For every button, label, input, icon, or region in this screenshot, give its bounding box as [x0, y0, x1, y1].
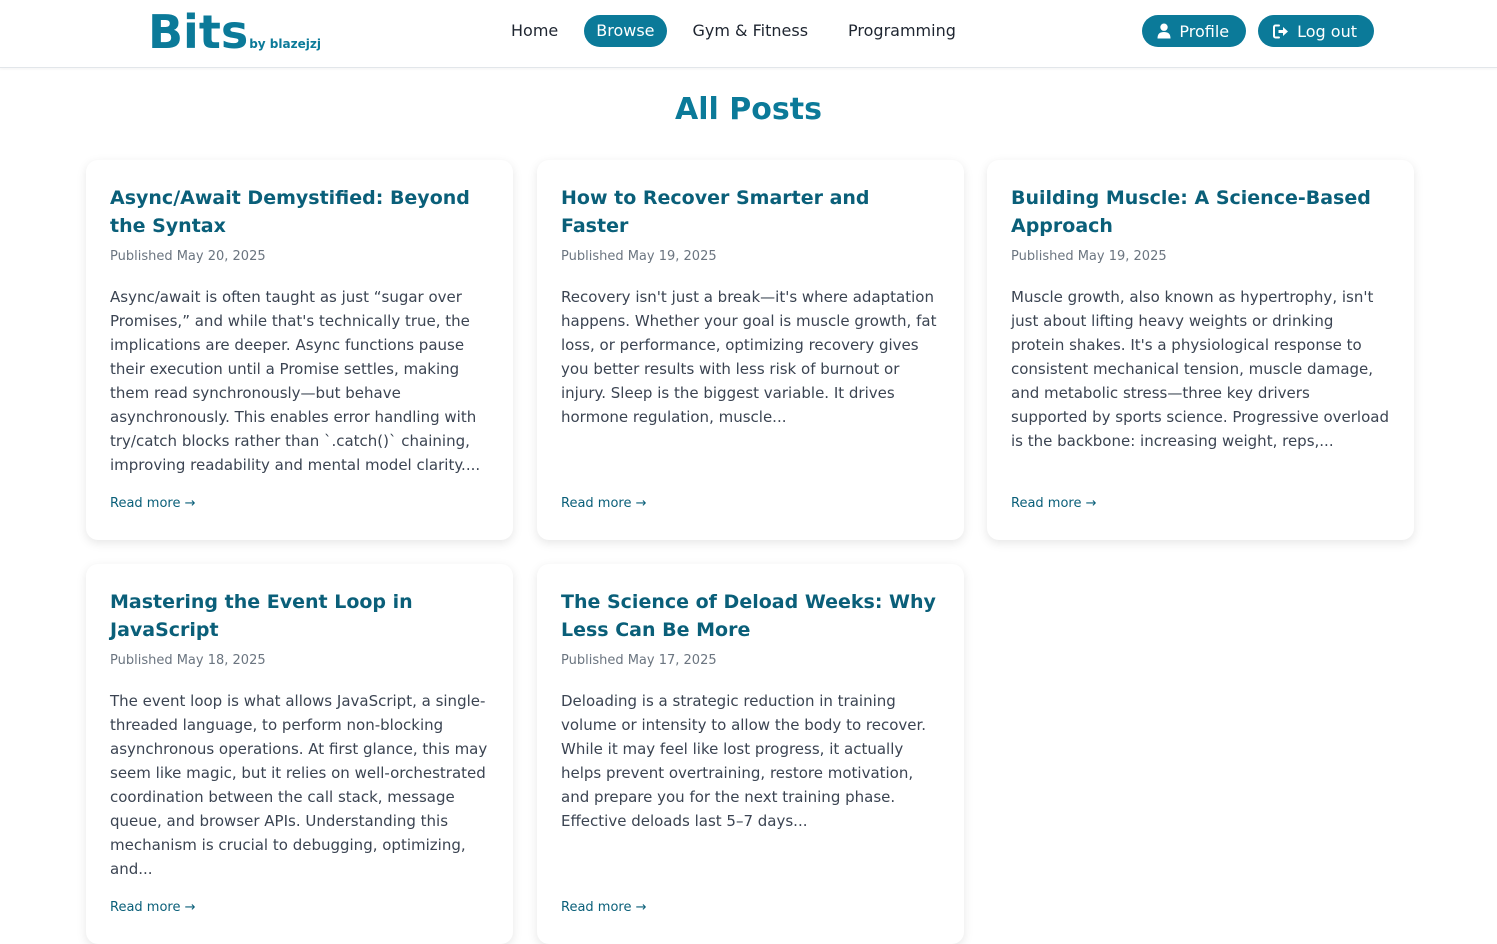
profile-button[interactable]: Profile — [1142, 15, 1247, 47]
read-more-link[interactable]: Read more → — [561, 496, 647, 511]
post-excerpt: Recovery isn't just a break—it's where a… — [561, 288, 937, 426]
read-more-link[interactable]: Read more → — [561, 900, 647, 915]
top-navbar: Bits by blazejzj Home Browse Gym & Fitne… — [0, 0, 1497, 68]
brand-byline: by blazejzj — [249, 37, 321, 51]
post-card: Building Muscle: A Science-Based Approac… — [987, 160, 1414, 540]
post-excerpt: The event loop is what allows JavaScript… — [110, 692, 488, 878]
post-date: Published May 20, 2025 — [110, 249, 266, 264]
post-card: How to Recover Smarter and Faster Publis… — [537, 160, 964, 540]
nav-browse[interactable]: Browse — [584, 15, 667, 47]
post-title[interactable]: Building Muscle: A Science-Based Approac… — [1011, 184, 1390, 240]
nav-home[interactable]: Home — [497, 15, 572, 47]
post-excerpt: Muscle growth, also known as hypertrophy… — [1011, 288, 1389, 450]
post-excerpt: Deloading is a strategic reduction in tr… — [561, 692, 927, 830]
profile-label: Profile — [1179, 21, 1230, 41]
post-date: Published May 17, 2025 — [561, 653, 717, 668]
post-card: Mastering the Event Loop in JavaScript P… — [86, 564, 513, 944]
post-excerpt: Async/await is often taught as just “sug… — [110, 288, 481, 474]
user-icon — [1157, 23, 1171, 39]
post-date: Published May 19, 2025 — [1011, 249, 1167, 264]
brand-name: Bits — [148, 5, 249, 59]
nav-gym-fitness[interactable]: Gym & Fitness — [679, 15, 823, 47]
main-nav: Home Browse Gym & Fitness Programming — [497, 15, 982, 47]
logout-icon — [1273, 24, 1289, 38]
user-actions: Profile Log out — [1130, 15, 1374, 47]
post-title[interactable]: The Science of Deload Weeks: Why Less Ca… — [561, 588, 940, 644]
read-more-link[interactable]: Read more → — [110, 496, 196, 511]
post-card: The Science of Deload Weeks: Why Less Ca… — [537, 564, 964, 944]
logout-label: Log out — [1297, 21, 1357, 41]
post-title[interactable]: Mastering the Event Loop in JavaScript — [110, 588, 489, 644]
page-title: All Posts — [675, 92, 822, 127]
post-date: Published May 19, 2025 — [561, 249, 717, 264]
post-title[interactable]: How to Recover Smarter and Faster — [561, 184, 940, 240]
nav-programming[interactable]: Programming — [834, 15, 970, 47]
post-date: Published May 18, 2025 — [110, 653, 266, 668]
logout-button[interactable]: Log out — [1258, 15, 1374, 47]
brand-logo[interactable]: Bits by blazejzj — [148, 4, 321, 60]
read-more-link[interactable]: Read more → — [1011, 496, 1097, 511]
post-title[interactable]: Async/Await Demystified: Beyond the Synt… — [110, 184, 489, 240]
read-more-link[interactable]: Read more → — [110, 900, 196, 915]
post-card: Async/Await Demystified: Beyond the Synt… — [86, 160, 513, 540]
